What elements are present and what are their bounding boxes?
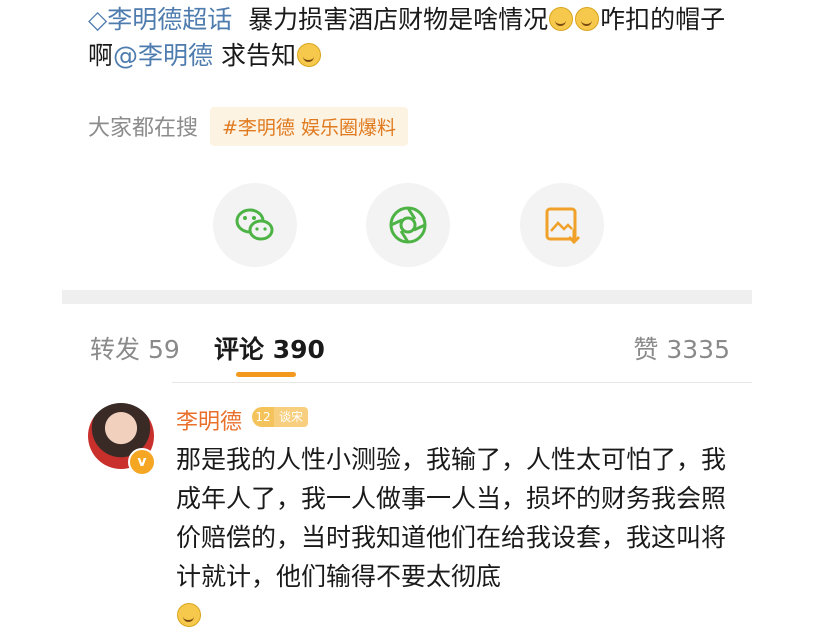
trending-search-tag[interactable]: #李明德 娱乐圈爆料 — [210, 106, 408, 146]
share-wechat-button[interactable] — [213, 183, 297, 267]
level-number: 12 — [252, 407, 274, 427]
wechat-icon — [235, 208, 274, 241]
mention-link[interactable]: @李明德 — [113, 41, 213, 70]
trending-search: 大家都在搜 #李明德 娱乐圈爆料 — [88, 106, 408, 146]
verified-badge-icon: v — [128, 448, 156, 476]
moments-icon — [389, 206, 427, 244]
trending-search-label: 大家都在搜 — [88, 116, 199, 141]
dizzy-emoji — [297, 43, 321, 67]
supertopic-label: 李明德超话 — [107, 5, 233, 34]
section-divider — [62, 290, 752, 304]
grin-emoji — [177, 603, 201, 627]
post-tabs: 转发 59 评论 390 赞 3335 — [62, 310, 752, 380]
share-moments-button[interactable] — [366, 183, 450, 267]
user-level-badge: 12 谈宋 — [252, 407, 309, 427]
tab-comments[interactable]: 评论 390 — [214, 330, 325, 366]
diamond-icon: ◇ — [88, 5, 108, 34]
comment-text: 那是我的人性小测验，我输了，人性太可怕了，我成年人了，我一人做事一人当，损坏的财… — [176, 440, 736, 635]
tab-likes[interactable]: 赞 3335 — [633, 330, 730, 366]
post-text: ◇李明德超话 暴力损害酒店财物是啥情况 咋扣的帽子啊@李明德 求告知 — [88, 2, 748, 74]
post-text-part: 暴力损害酒店财物是啥情况 — [248, 5, 549, 34]
save-image-button[interactable] — [520, 183, 604, 267]
active-tab-indicator — [236, 372, 296, 377]
comment-body: 那是我的人性小测验，我输了，人性太可怕了，我成年人了，我一人做事一人当，损坏的财… — [176, 445, 727, 591]
tab-repost[interactable]: 转发 59 — [90, 330, 180, 366]
comment-username[interactable]: 李明德 — [176, 404, 242, 436]
post-text-part: 求告知 — [220, 41, 296, 70]
level-label: 谈宋 — [274, 407, 309, 427]
laugh-cry-emoji — [575, 7, 600, 31]
comment-divider — [172, 382, 752, 383]
save-image-icon — [545, 207, 581, 245]
laugh-cry-emoji — [549, 7, 574, 31]
supertopic-link[interactable]: ◇李明德超话 — [88, 5, 232, 34]
